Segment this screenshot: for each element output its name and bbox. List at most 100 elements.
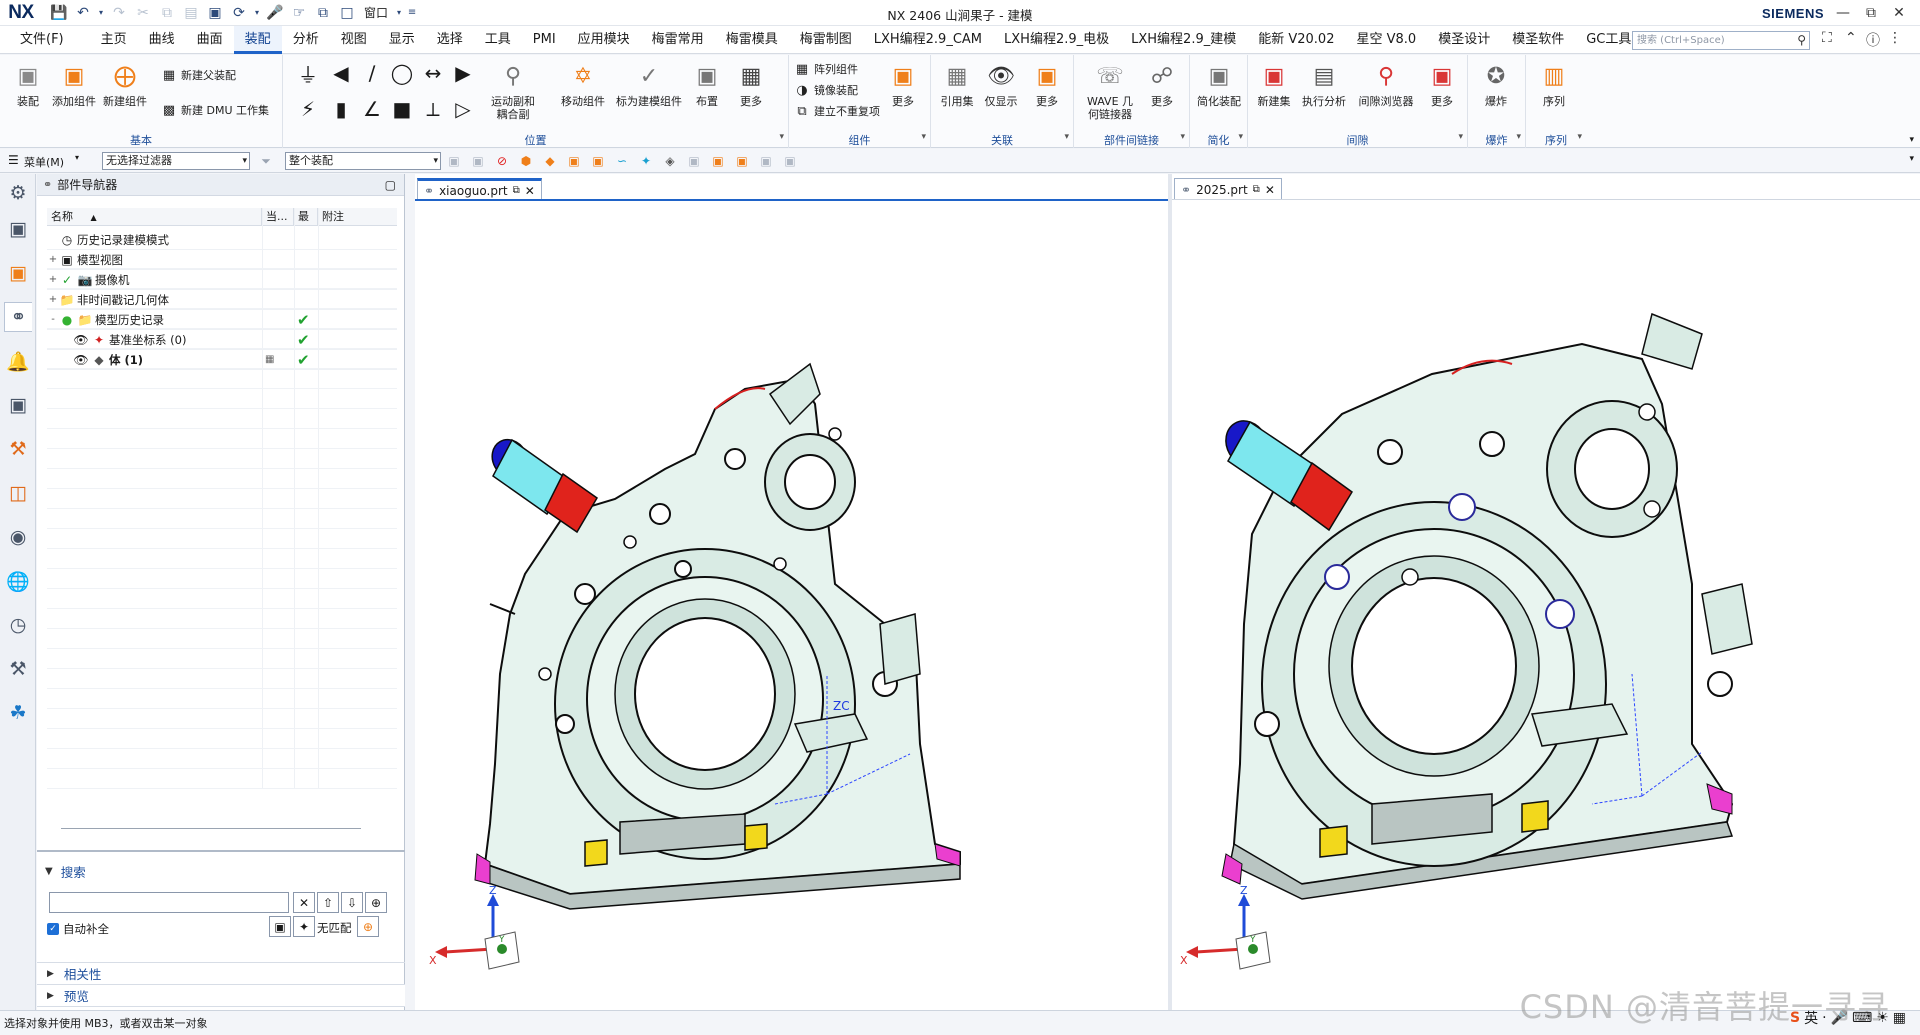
- restore-icon[interactable]: ⧉: [1858, 2, 1884, 24]
- command-search-input[interactable]: 搜索 (Ctrl+Space) ⚲: [1632, 31, 1810, 50]
- move-component-button[interactable]: ✡ 移动组件: [555, 59, 611, 108]
- paste-icon[interactable]: ▤: [180, 3, 202, 23]
- selection-scope-select[interactable]: 整个装配 ▾: [285, 152, 441, 170]
- tab-menu-3[interactable]: 曲面: [186, 26, 234, 54]
- tab-menu-1[interactable]: 主页: [90, 26, 138, 54]
- face-filter-icon[interactable]: ◆: [542, 153, 558, 169]
- relation-more-button[interactable]: ▣ 更多: [1025, 59, 1069, 108]
- autofill-checkbox[interactable]: ✓ 自动补全: [47, 921, 109, 937]
- view-triad[interactable]: Z X Y: [429, 884, 520, 970]
- pattern-component-button[interactable]: ▦ 阵列组件: [793, 59, 858, 79]
- microphone-icon[interactable]: 🎤: [264, 3, 286, 23]
- pop-out-icon[interactable]: ⧉: [513, 185, 520, 196]
- align-lock-icon[interactable]: ▮: [329, 97, 353, 121]
- mark-modeling-button[interactable]: ✓ 标为建模组件: [611, 59, 687, 108]
- tab-menu-18[interactable]: 能新 V20.02: [1247, 26, 1345, 54]
- tree-row[interactable]: 👁 ◆ 体 (1) ✔ ▦: [47, 350, 397, 370]
- column-current[interactable]: 当...: [262, 208, 294, 225]
- reference-set-button[interactable]: ▦ 引用集: [935, 59, 979, 108]
- sequence-button[interactable]: ▥ 序列: [1532, 59, 1576, 108]
- tab-menu-19[interactable]: 星空 V8.0: [1345, 26, 1427, 54]
- expand-toggle-icon[interactable]: -: [47, 314, 59, 325]
- angle-icon[interactable]: ∠: [360, 97, 384, 121]
- tab-menu-17[interactable]: LXH编程2.9_建模: [1120, 26, 1247, 54]
- point-filter-icon[interactable]: ✦: [638, 153, 654, 169]
- repeat-dropdown-icon[interactable]: ▾: [252, 3, 262, 23]
- tab-xiaoguo[interactable]: ⚭ xiaoguo.prt ⧉ ✕: [417, 178, 542, 200]
- search-option-icon[interactable]: ▣: [269, 916, 291, 937]
- toolbar-expand-icon[interactable]: ▾: [1909, 154, 1914, 164]
- tab-menu-20[interactable]: 模圣设计: [1427, 26, 1501, 54]
- fullscreen-icon[interactable]: ⛶: [1822, 30, 1832, 46]
- highlight-icon[interactable]: ✦: [293, 916, 315, 937]
- history-palette-icon[interactable]: ◉: [4, 522, 32, 552]
- bond-icon[interactable]: ▷: [451, 97, 475, 121]
- ime-lang[interactable]: 英: [1804, 1008, 1818, 1028]
- constraint-navigator-icon[interactable]: ▣: [4, 258, 32, 288]
- assembly-navigator-icon[interactable]: ▣: [4, 214, 32, 244]
- column-name[interactable]: 名称 ▲: [47, 208, 262, 225]
- help-icon[interactable]: ⓘ: [1866, 30, 1880, 50]
- wave-linker-button[interactable]: ☏ WAVE 几 何链接器: [1082, 59, 1138, 121]
- clearance-more-button[interactable]: ▣ 更多: [1420, 59, 1464, 108]
- clock-icon[interactable]: ◷: [4, 610, 32, 640]
- save-icon[interactable]: 💾: [48, 3, 70, 23]
- hd3d-icon[interactable]: ⚒: [4, 434, 32, 464]
- maximize-icon[interactable]: ▢: [385, 178, 396, 192]
- clearance-browser-button[interactable]: ⚲ 间隙浏览器: [1354, 59, 1418, 108]
- dependencies-section[interactable]: ▶ 相关性: [37, 962, 405, 984]
- touch-mode-icon[interactable]: ☞: [288, 3, 310, 23]
- explode-button[interactable]: ✪ 爆炸: [1474, 59, 1518, 108]
- mirror-assembly-button[interactable]: ◑ 镜像装配: [793, 80, 858, 100]
- globe-icon[interactable]: 🌐: [4, 566, 32, 596]
- redo-icon[interactable]: ↷: [108, 3, 130, 23]
- tab-menu-9[interactable]: 工具: [474, 26, 522, 54]
- column-notes[interactable]: 附注: [318, 208, 358, 225]
- curve-filter-icon[interactable]: ∽: [614, 153, 630, 169]
- ime-menu-icon[interactable]: ▦: [1893, 1010, 1906, 1026]
- tree-row[interactable]: ◷ 历史记录建模模式: [47, 230, 397, 250]
- tab-menu-2[interactable]: 曲线: [138, 26, 186, 54]
- ime-punct-icon[interactable]: ·: [1822, 1010, 1826, 1026]
- pop-out-icon[interactable]: ⧉: [1253, 184, 1260, 195]
- search-icon[interactable]: ⚲: [1797, 32, 1806, 49]
- tab-menu-16[interactable]: LXH编程2.9_电极: [993, 26, 1120, 54]
- window-dropdown-icon[interactable]: ▾: [394, 3, 404, 23]
- view-triad[interactable]: Z X Y: [1180, 884, 1271, 970]
- menu-dropdown-icon[interactable]: ▾: [75, 153, 79, 162]
- part-viewport-2[interactable]: Z X Y: [1172, 204, 1920, 1004]
- close-icon[interactable]: ✕: [1886, 2, 1912, 24]
- undo-icon[interactable]: ↶: [72, 3, 94, 23]
- expand-toggle-icon[interactable]: +: [47, 254, 59, 265]
- web-browser-icon[interactable]: ◫: [4, 478, 32, 508]
- graphics-window-1[interactable]: ⚭ xiaoguo.prt ⧉ ✕ ZC Z X Y: [415, 174, 1168, 1010]
- cut-icon[interactable]: ✂: [132, 3, 154, 23]
- match-icon[interactable]: ⊕: [357, 916, 379, 937]
- tab-menu-6[interactable]: 视图: [330, 26, 378, 54]
- repeat-command-icon[interactable]: ⟳: [228, 3, 250, 23]
- fix-icon[interactable]: ⚡: [296, 97, 320, 121]
- tab-menu-11[interactable]: 应用模块: [567, 26, 641, 54]
- search-down-icon[interactable]: ⇩: [341, 892, 363, 913]
- column-latest[interactable]: 最: [294, 208, 318, 225]
- tree-row[interactable]: + ▣ 模型视图: [47, 250, 397, 270]
- position-more-button[interactable]: ▦ 更多: [729, 59, 773, 108]
- bell-icon[interactable]: 🔔: [4, 346, 32, 376]
- part-viewport-1[interactable]: ZC Z X Y: [415, 204, 1168, 1004]
- check-icon[interactable]: ✓: [59, 272, 75, 288]
- search-section-header[interactable]: ▼ 搜索: [37, 860, 86, 882]
- tab-menu-7[interactable]: 显示: [378, 26, 426, 54]
- simplify-assembly-button[interactable]: ▣ 简化装配: [1194, 59, 1244, 108]
- assembly-button[interactable]: ▣ 装配: [4, 59, 52, 108]
- tree-row[interactable]: + ✓ 📷 摄像机: [47, 270, 397, 290]
- distance-icon[interactable]: ↔: [421, 61, 445, 85]
- deselect-icon[interactable]: ▣: [470, 153, 486, 169]
- parallel-icon[interactable]: ∕: [360, 61, 384, 85]
- search-locate-icon[interactable]: ⊕: [365, 892, 387, 913]
- new-parent-button[interactable]: ▦ 新建父装配: [160, 65, 236, 85]
- role-icon[interactable]: ☘: [4, 698, 32, 728]
- tab-menu-5[interactable]: 分析: [282, 26, 330, 54]
- make-unique-button[interactable]: ⧉ 建立不重复项: [793, 101, 880, 121]
- tools-icon[interactable]: ⚒: [4, 654, 32, 684]
- window-menu[interactable]: 窗口: [360, 4, 392, 21]
